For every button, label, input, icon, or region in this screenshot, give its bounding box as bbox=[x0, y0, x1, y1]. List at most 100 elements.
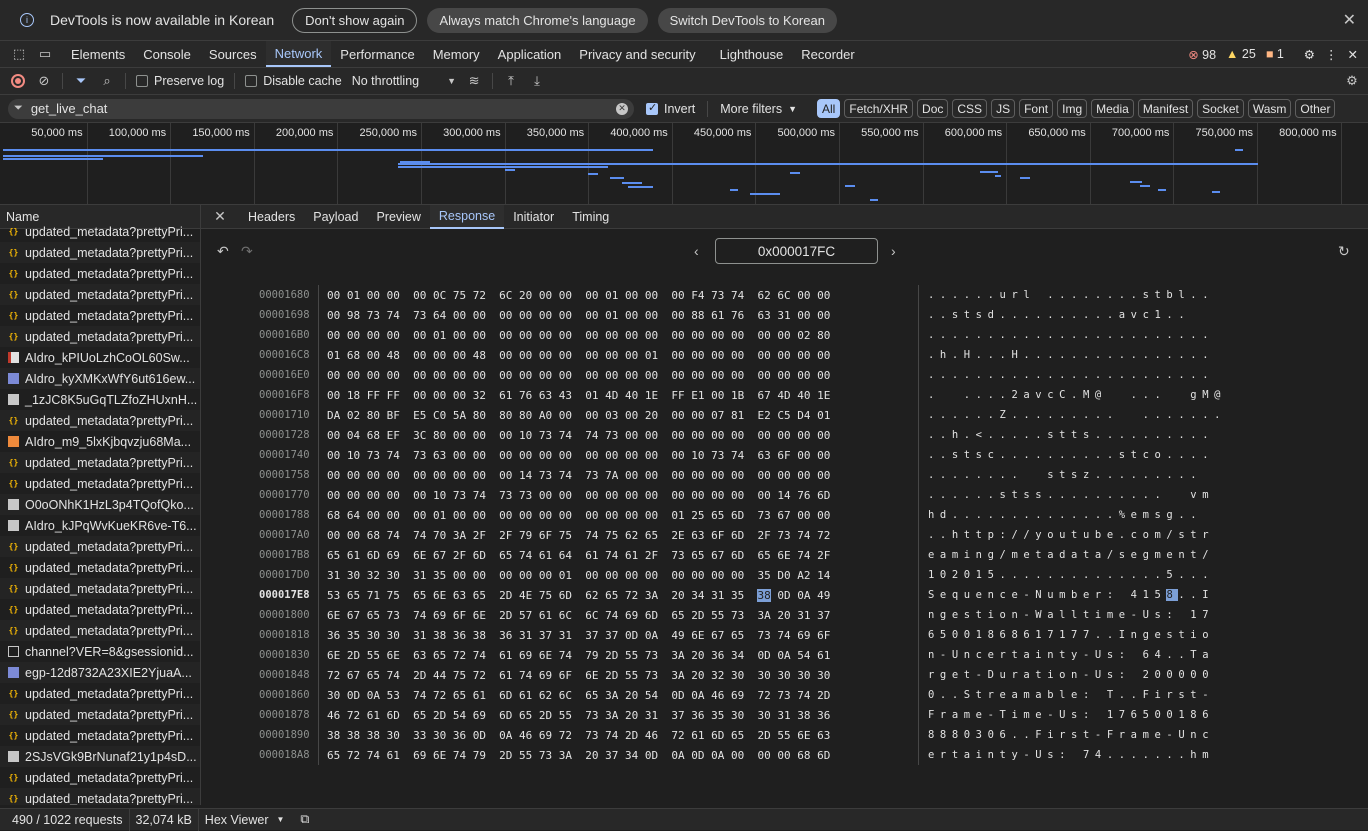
request-row[interactable]: {} updated_metadata?prettyPri... bbox=[0, 683, 200, 704]
hex-ascii[interactable]: ........ stsz......... bbox=[928, 469, 1202, 481]
request-row[interactable]: {} updated_metadata?prettyPri... bbox=[0, 410, 200, 431]
device-toolbar-icon[interactable]: ▭ bbox=[36, 45, 54, 63]
hex-bytes[interactable]: 65 72 74 61 69 6E 74 79 2D 55 73 3A 20 3… bbox=[327, 749, 917, 762]
hex-ascii[interactable]: eaming/metadata/segment/ bbox=[928, 549, 1214, 561]
prev-page-icon[interactable]: ‹ bbox=[694, 243, 699, 259]
hex-ascii[interactable]: ......url ........stbl.. bbox=[928, 289, 1214, 301]
hex-ascii[interactable]: Frame-Time-Us: 176500186 bbox=[928, 709, 1214, 721]
request-row[interactable]: {} updated_metadata?prettyPri... bbox=[0, 704, 200, 725]
export-har-icon[interactable]: ⤓ bbox=[529, 73, 545, 89]
type-filter-manifest[interactable]: Manifest bbox=[1137, 99, 1194, 118]
hex-bytes[interactable]: 53 65 71 75 65 6E 63 65 2D 4E 75 6D 62 6… bbox=[327, 588, 917, 602]
tab-elements[interactable]: Elements bbox=[62, 41, 134, 67]
hex-bytes[interactable]: 00 10 73 74 73 63 00 00 00 00 00 00 00 0… bbox=[327, 449, 917, 462]
hex-bytes[interactable]: 00 00 00 00 00 01 00 00 00 00 00 00 00 0… bbox=[327, 329, 917, 342]
hex-ascii[interactable]: rget-Duration-Us: 200000 bbox=[928, 669, 1214, 681]
hex-ascii[interactable]: 0..Streamable: T..First- bbox=[928, 689, 1214, 701]
tab-memory[interactable]: Memory bbox=[424, 41, 489, 67]
address-input[interactable]: 0x000017FC bbox=[715, 238, 878, 264]
type-filter-css[interactable]: CSS bbox=[952, 99, 988, 118]
record-icon[interactable] bbox=[10, 73, 26, 89]
hex-bytes[interactable]: 00 00 00 00 00 00 00 00 00 14 73 74 73 7… bbox=[327, 469, 917, 482]
selected-char[interactable]: 8 bbox=[1166, 589, 1179, 601]
switch-to-korean-button[interactable]: Switch DevTools to Korean bbox=[657, 7, 837, 33]
hex-ascii[interactable]: ertainty-Us: 74.......hm bbox=[928, 749, 1214, 761]
type-filter-fetch-xhr[interactable]: Fetch/XHR bbox=[844, 99, 914, 118]
tab-privacy-and-security[interactable]: Privacy and security bbox=[570, 41, 704, 67]
hex-bytes[interactable]: 00 98 73 74 73 64 00 00 00 00 00 00 00 0… bbox=[327, 309, 917, 322]
request-row[interactable]: {} updated_metadata?prettyPri... bbox=[0, 725, 200, 746]
disable-cache-checkbox[interactable]: Disable cache bbox=[245, 74, 342, 88]
more-filters-dropdown[interactable]: More filters ▼ bbox=[720, 102, 797, 116]
tab-sources[interactable]: Sources bbox=[200, 41, 266, 67]
detail-tab-response[interactable]: Response bbox=[429, 204, 505, 229]
request-row[interactable]: {} updated_metadata?prettyPri... bbox=[0, 263, 200, 284]
close-devtools-icon[interactable]: ✕ bbox=[1348, 47, 1358, 62]
warning-counter[interactable]: ▲ 25 bbox=[1226, 47, 1256, 61]
request-row[interactable]: {} updated_metadata?prettyPri... bbox=[0, 326, 200, 347]
preserve-log-checkbox[interactable]: Preserve log bbox=[136, 74, 224, 88]
request-row[interactable]: {} updated_metadata?prettyPri... bbox=[0, 221, 200, 242]
error-counter[interactable]: ⊗ 98 bbox=[1188, 47, 1216, 62]
hex-ascii[interactable]: 65001868617177..Ingestio bbox=[928, 629, 1214, 641]
refresh-icon[interactable]: ↻ bbox=[1338, 243, 1350, 260]
tab-lighthouse[interactable]: Lighthouse bbox=[711, 41, 793, 67]
network-settings-icon[interactable]: ⚙ bbox=[1344, 73, 1360, 89]
hex-bytes[interactable]: 6E 2D 55 6E 63 65 72 74 61 69 6E 74 79 2… bbox=[327, 649, 917, 662]
import-har-icon[interactable]: ⤒ bbox=[503, 73, 519, 89]
request-row[interactable]: {} updated_metadata?prettyPri... bbox=[0, 578, 200, 599]
viewer-select[interactable]: Hex Viewer ▼ ⧉ bbox=[199, 809, 316, 831]
hex-ascii[interactable]: 102015..............5... bbox=[928, 569, 1214, 581]
hex-ascii[interactable]: ......stss.......... vm bbox=[928, 489, 1214, 501]
redo-icon[interactable]: ↷ bbox=[241, 243, 253, 260]
request-row[interactable]: {} updated_metadata?prettyPri... bbox=[0, 788, 200, 805]
tab-performance[interactable]: Performance bbox=[331, 41, 423, 67]
hex-bytes[interactable]: 00 00 68 74 74 70 3A 2F 2F 79 6F 75 74 7… bbox=[327, 529, 917, 542]
issue-counters[interactable]: ⊗ 98 ▲ 25 ■ 1 ⚙ ⋮ ✕ bbox=[1188, 47, 1368, 62]
hex-bytes[interactable]: 30 0D 0A 53 74 72 65 61 6D 61 62 6C 65 3… bbox=[327, 689, 917, 702]
search-icon[interactable]: ⌕ bbox=[99, 73, 115, 89]
issues-counter[interactable]: ■ 1 bbox=[1266, 47, 1284, 61]
request-row[interactable]: {} updated_metadata?prettyPri... bbox=[0, 767, 200, 788]
request-row[interactable]: AIdro_kPIUoLzhCoOL60Sw... bbox=[0, 347, 200, 368]
next-page-icon[interactable]: › bbox=[891, 243, 896, 259]
network-conditions-icon[interactable]: ≋ bbox=[466, 73, 482, 89]
hex-ascii[interactable]: ..stsd..........avc1.. bbox=[928, 309, 1190, 321]
request-row[interactable]: {} updated_metadata?prettyPri... bbox=[0, 599, 200, 620]
undo-icon[interactable]: ↶ bbox=[217, 243, 229, 260]
clear-icon[interactable]: ⊘ bbox=[36, 73, 52, 89]
type-filter-media[interactable]: Media bbox=[1091, 99, 1134, 118]
hex-bytes[interactable]: 00 00 00 00 00 10 73 74 73 73 00 00 00 0… bbox=[327, 489, 917, 502]
invert-checkbox[interactable]: Invert bbox=[646, 101, 695, 116]
hex-bytes[interactable]: DA 02 80 BF E5 C0 5A 80 80 80 A0 00 00 0… bbox=[327, 409, 917, 422]
request-row[interactable]: O0oONhK1HzL3p4TQofQko... bbox=[0, 494, 200, 515]
hex-ascii[interactable]: ......Z......... ....... bbox=[928, 409, 1226, 421]
hex-ascii[interactable]: ........................ bbox=[928, 329, 1214, 341]
request-row[interactable]: channel?VER=8&gsessionid... bbox=[0, 641, 200, 662]
hex-ascii[interactable]: . ....2avcC.M@ ... gM@ bbox=[928, 389, 1226, 401]
hex-ascii[interactable]: ........................ bbox=[928, 369, 1214, 381]
tab-network[interactable]: Network bbox=[265, 41, 332, 67]
dont-show-again-button[interactable]: Don't show again bbox=[292, 7, 418, 33]
close-icon[interactable]: ✕ bbox=[1343, 10, 1356, 30]
clear-filter-icon[interactable]: ✕ bbox=[616, 102, 628, 115]
selected-byte[interactable]: 38 bbox=[757, 588, 771, 602]
hex-ascii[interactable]: ..http://youtube.com/str bbox=[928, 529, 1214, 541]
filter-input[interactable]: ⏷ get_live_chat ✕ bbox=[8, 98, 634, 119]
always-match-language-button[interactable]: Always match Chrome's language bbox=[427, 7, 648, 33]
request-row[interactable]: _1zJC8K5uGqTLZfoZHUxnH... bbox=[0, 389, 200, 410]
hex-ascii[interactable]: 8880306..First-Frame-Unc bbox=[928, 729, 1214, 741]
filter-icon[interactable]: ⏷ bbox=[73, 73, 89, 89]
hex-bytes[interactable]: 46 72 61 6D 65 2D 54 69 6D 65 2D 55 73 3… bbox=[327, 709, 917, 722]
type-filter-all[interactable]: All bbox=[817, 99, 841, 118]
detail-tab-timing[interactable]: Timing bbox=[563, 205, 618, 229]
hex-bytes[interactable]: 01 68 00 48 00 00 00 48 00 00 00 00 00 0… bbox=[327, 349, 917, 362]
hex-ascii[interactable]: ..h.<.....stts.......... bbox=[928, 429, 1214, 441]
type-filter-doc[interactable]: Doc bbox=[917, 99, 949, 118]
type-filter-img[interactable]: Img bbox=[1057, 99, 1088, 118]
hex-ascii[interactable]: .h.H...H................ bbox=[928, 349, 1214, 361]
request-row[interactable]: {} updated_metadata?prettyPri... bbox=[0, 620, 200, 641]
tab-console[interactable]: Console bbox=[134, 41, 200, 67]
throttling-select[interactable]: No throttling ▼ bbox=[352, 74, 456, 88]
hex-bytes[interactable]: 00 00 00 00 00 00 00 00 00 00 00 00 00 0… bbox=[327, 369, 917, 382]
